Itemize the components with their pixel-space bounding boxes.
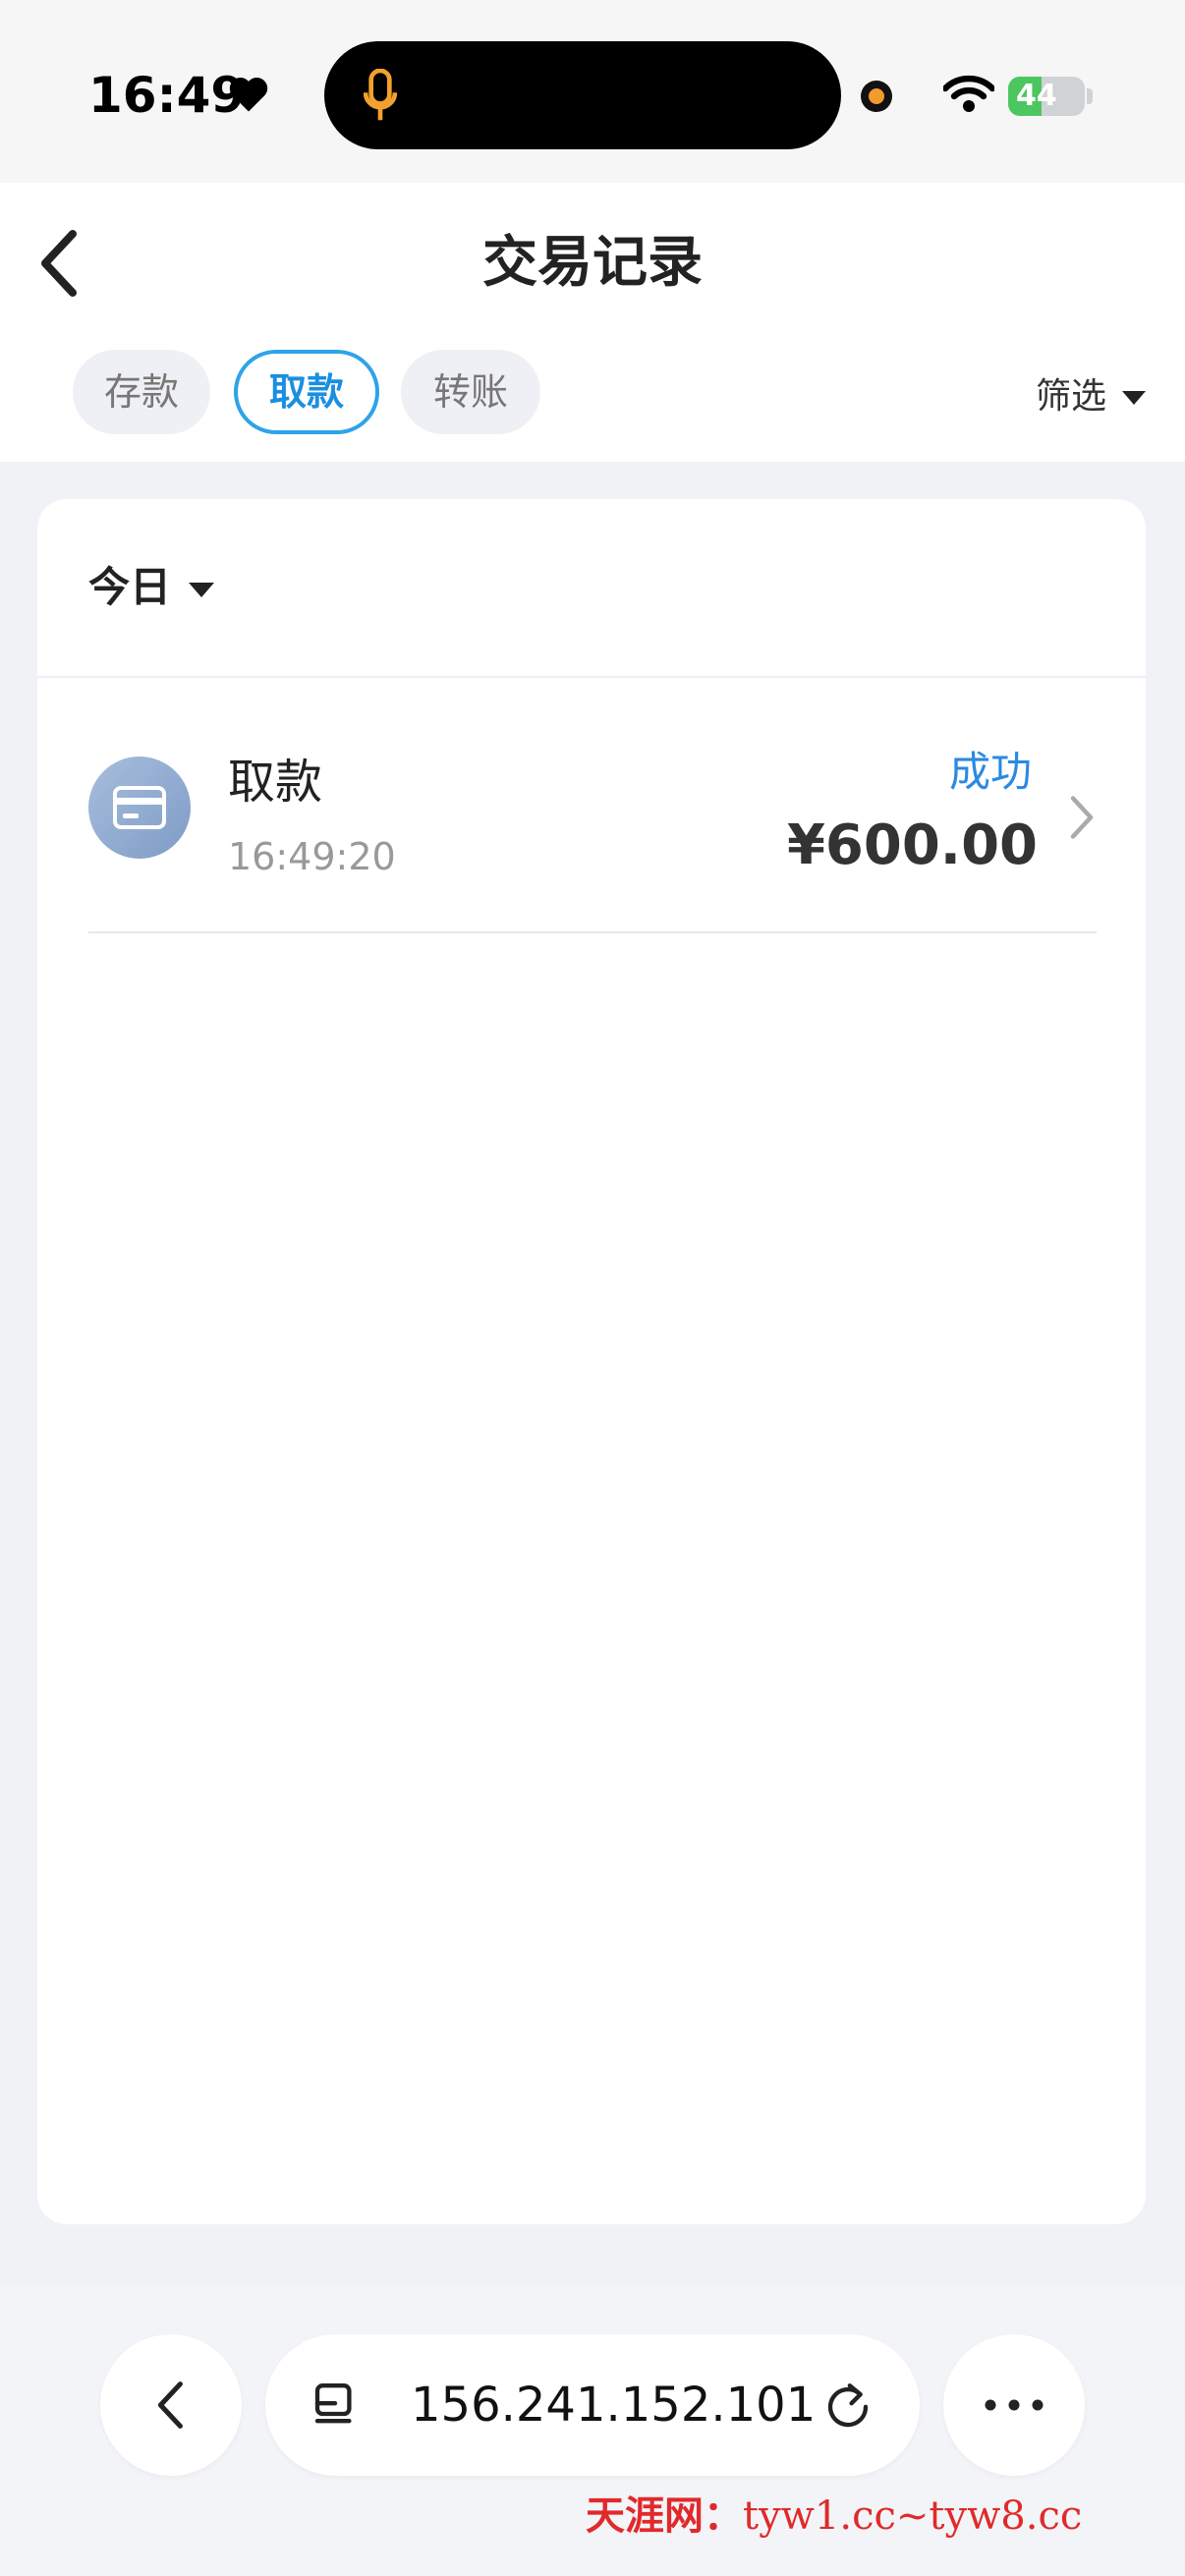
filter-label: 筛选: [1035, 376, 1106, 417]
header: 交易记录 存款 取款 转账 筛选: [0, 183, 1185, 462]
battery-text: 44: [1016, 79, 1057, 113]
transaction-amount: ¥600.00: [786, 813, 1038, 877]
browser-back-button[interactable]: [100, 2334, 242, 2476]
address-bar[interactable]: 156.241.152.101: [265, 2334, 920, 2476]
reload-icon[interactable]: [821, 2378, 875, 2433]
date-filter-label: 今日: [88, 563, 172, 611]
transaction-row[interactable]: 取款 16:49:20 成功 ¥600.00: [88, 696, 1097, 935]
dynamic-island: [324, 41, 841, 149]
back-chevron-icon: [157, 2381, 183, 2429]
caret-down-icon: [189, 583, 215, 597]
filter-button[interactable]: 筛选: [1036, 367, 1146, 419]
battery-cap: [1087, 88, 1093, 104]
wifi-icon: [943, 75, 994, 112]
url-text: 156.241.152.101: [411, 2378, 817, 2433]
recording-indicator: [861, 81, 892, 112]
caret-down-icon: [1122, 391, 1146, 405]
transaction-type: 取款: [228, 755, 323, 810]
tab-withdraw[interactable]: 取款: [234, 350, 379, 434]
divider: [37, 676, 1146, 678]
heart-icon: [229, 78, 268, 112]
tab-deposit[interactable]: 存款: [73, 350, 210, 434]
divider: [88, 931, 1097, 933]
more-icon: [985, 2399, 1044, 2411]
microphone-icon: [364, 69, 397, 121]
watermark-text: tyw1.cc~tyw8.cc: [743, 2493, 1083, 2539]
watermark: 天涯网：tyw1.cc~tyw8.cc: [586, 2484, 1082, 2541]
date-filter[interactable]: 今日: [88, 554, 215, 614]
status-bar: 16:49 44: [0, 0, 1185, 183]
transaction-status: 成功: [948, 748, 1032, 796]
transaction-card: 今日 取款 16:49:20 成功 ¥600.00: [37, 499, 1146, 2224]
more-button[interactable]: [943, 2334, 1085, 2476]
transaction-time: 16:49:20: [228, 835, 396, 878]
battery-indicator: 44: [1008, 77, 1085, 116]
tabs-icon: [314, 2383, 352, 2424]
tab-transfer[interactable]: 转账: [401, 350, 540, 434]
card-icon: [88, 756, 191, 859]
page-title: 交易记录: [482, 231, 703, 295]
chevron-right-icon: [1070, 796, 1094, 839]
watermark-brand: 天涯网：: [586, 2492, 743, 2539]
status-time: 16:49: [88, 67, 246, 124]
